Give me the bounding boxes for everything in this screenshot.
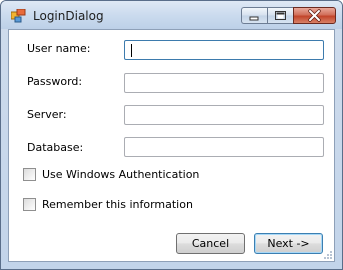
minimize-button[interactable] <box>241 7 267 24</box>
username-label: User name: <box>27 42 91 55</box>
server-label: Server: <box>27 108 67 121</box>
close-icon <box>308 9 321 22</box>
remember-option[interactable]: Remember this information <box>23 196 193 212</box>
app-window-icon <box>10 8 27 23</box>
maximize-icon <box>275 11 286 20</box>
resize-grip-icon[interactable] <box>322 249 332 259</box>
caption-buttons <box>241 7 336 25</box>
server-field[interactable] <box>124 105 324 125</box>
database-label: Database: <box>27 141 84 154</box>
dialog-body: User name: Password: Server: Database: U… <box>8 29 335 262</box>
maximize-button[interactable] <box>267 7 293 24</box>
cancel-button[interactable]: Cancel <box>176 233 245 254</box>
password-label: Password: <box>27 75 83 88</box>
database-field[interactable] <box>124 137 324 157</box>
text-caret <box>131 44 132 57</box>
windows-auth-option[interactable]: Use Windows Authentication <box>23 166 199 182</box>
login-dialog-window: LoginDialog User name: Password: Server:… <box>0 0 343 270</box>
minimize-icon <box>249 16 259 21</box>
password-field[interactable] <box>124 73 324 93</box>
window-title: LoginDialog <box>33 9 104 23</box>
remember-checkbox[interactable] <box>23 197 36 211</box>
username-field[interactable] <box>124 40 324 60</box>
windows-auth-label: Use Windows Authentication <box>42 167 200 181</box>
next-button[interactable]: Next -> <box>254 233 323 254</box>
title-bar[interactable]: LoginDialog <box>1 1 342 29</box>
close-button[interactable] <box>293 7 336 24</box>
remember-label: Remember this information <box>42 197 193 211</box>
windows-auth-checkbox[interactable] <box>23 167 36 181</box>
